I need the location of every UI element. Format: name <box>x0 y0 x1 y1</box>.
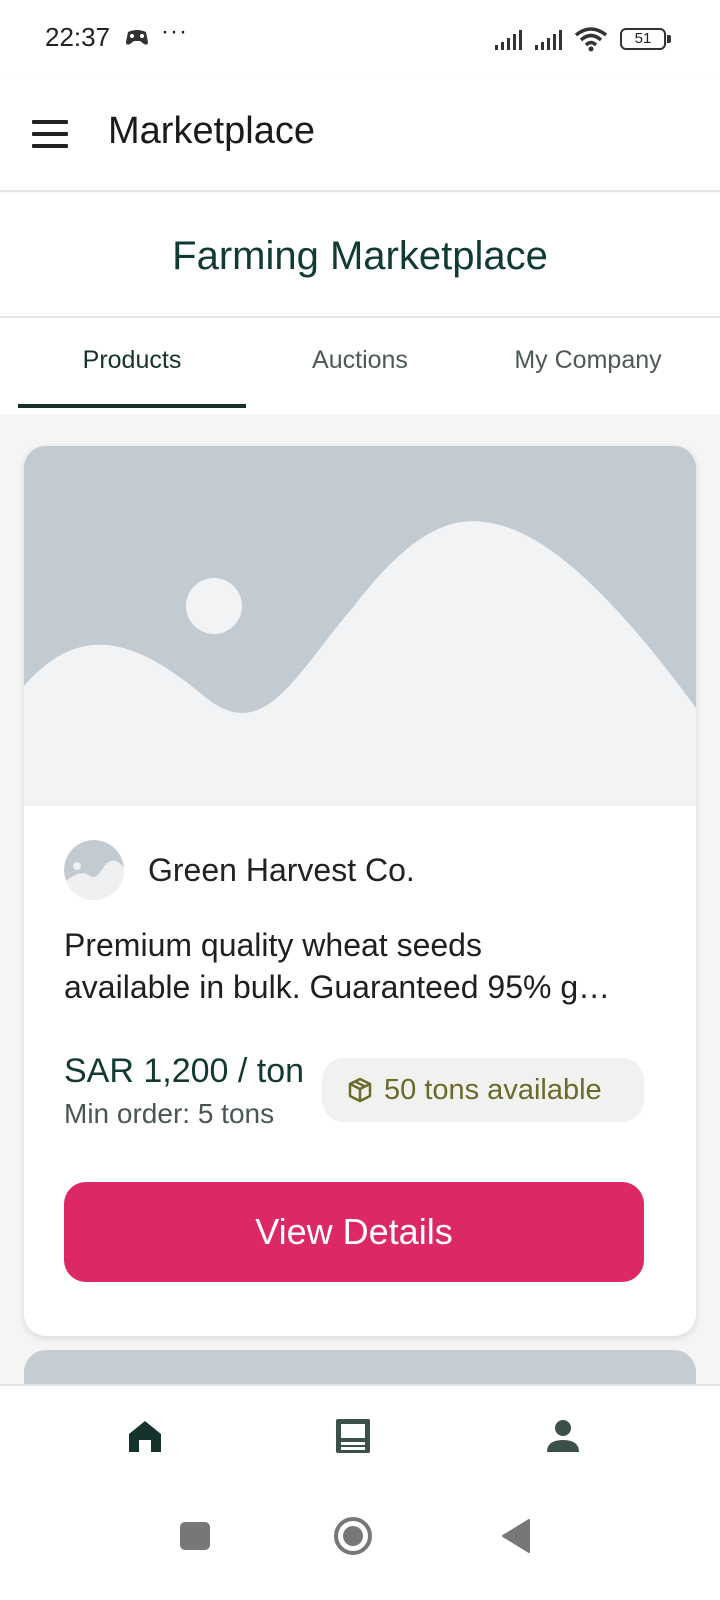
catalog-icon <box>336 1419 370 1453</box>
tab-bar: Products Auctions My Company <box>0 320 720 412</box>
description-line: Premium quality wheat seeds <box>64 927 482 963</box>
seller-row[interactable]: Green Harvest Co. <box>64 840 415 900</box>
home-icon <box>129 1421 161 1452</box>
next-product-card[interactable] <box>24 1350 696 1384</box>
system-navigation <box>0 1484 720 1600</box>
signal-icon <box>535 30 562 50</box>
more-notifications-icon: ··· <box>161 18 188 45</box>
product-price: SAR 1,200 / ton <box>64 1052 305 1090</box>
hamburger-menu-icon[interactable] <box>26 110 74 158</box>
tab-products[interactable]: Products <box>18 346 246 406</box>
seller-avatar <box>64 840 124 900</box>
back-icon[interactable] <box>486 1506 546 1566</box>
page-header: Farming Marketplace <box>0 194 720 318</box>
game-controller-icon <box>126 30 148 45</box>
person-icon <box>547 1420 579 1452</box>
status-time: 22:37 <box>45 22 111 52</box>
app-bar: Marketplace <box>0 80 720 192</box>
box-icon <box>348 1077 372 1103</box>
tab-auctions[interactable]: Auctions <box>246 346 474 406</box>
seller-name: Green Harvest Co. <box>148 851 415 888</box>
tab-my-company[interactable]: My Company <box>474 346 702 406</box>
signal-icon <box>495 30 522 50</box>
view-details-button[interactable]: View Details <box>64 1182 644 1282</box>
battery-icon: 51 <box>620 28 671 50</box>
status-indicators: 51 <box>494 24 671 54</box>
status-bar: 22:37 ··· 51 <box>0 0 720 80</box>
image-placeholder-icon <box>24 446 696 806</box>
nav-profile[interactable] <box>523 1398 603 1474</box>
home-circle-icon[interactable] <box>323 1506 383 1566</box>
product-card[interactable]: Green Harvest Co. Premium quality wheat … <box>24 446 696 1336</box>
min-order: Min order: 5 tons <box>64 1098 275 1129</box>
description-line: available in bulk. Guaranteed 95% g… <box>64 969 611 1005</box>
stock-text: 50 tons available <box>384 1073 602 1106</box>
recent-apps-icon[interactable] <box>165 1506 225 1566</box>
bottom-navigation <box>0 1384 720 1484</box>
nav-home[interactable] <box>105 1398 185 1474</box>
product-list[interactable]: Green Harvest Co. Premium quality wheat … <box>0 414 720 1384</box>
stock-badge: 50 tons available <box>322 1058 644 1122</box>
product-description: Premium quality wheat seeds available in… <box>64 924 664 1008</box>
wifi-icon <box>574 27 608 52</box>
nav-catalog[interactable] <box>313 1398 393 1474</box>
page-title: Farming Marketplace <box>172 234 548 278</box>
active-tab-indicator <box>18 404 246 408</box>
app-title: Marketplace <box>108 110 315 152</box>
